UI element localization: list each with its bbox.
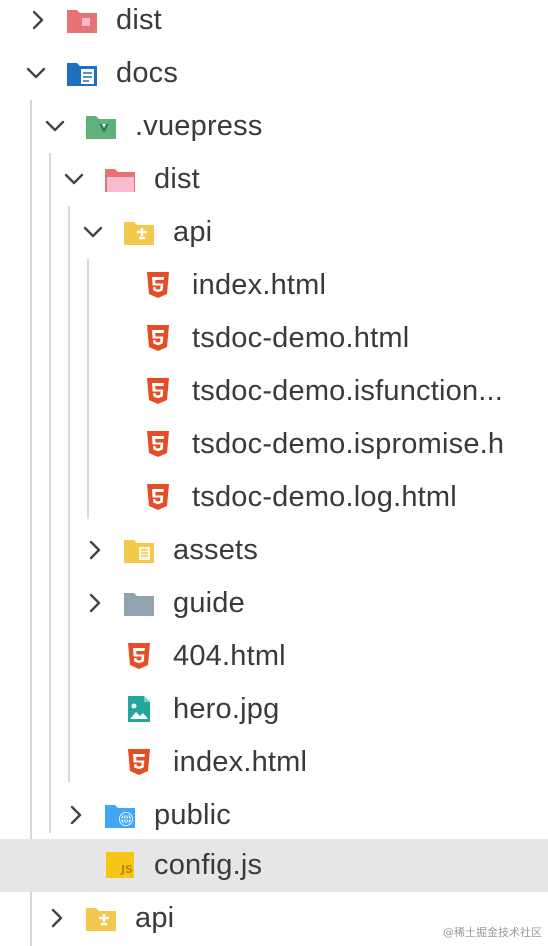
tree-item-label: docs — [116, 57, 179, 89]
tree-item-label: api — [135, 902, 175, 934]
tree-item-label: public — [154, 799, 231, 831]
tree-item-label: tsdoc-demo.isfunction... — [192, 375, 504, 407]
tree-item-label: guide — [173, 587, 245, 619]
chevron-right-icon[interactable] — [45, 906, 69, 930]
html5-icon — [142, 377, 174, 405]
tree-item-label: dist — [154, 163, 200, 195]
chevron-down-icon[interactable] — [24, 61, 48, 85]
tree-item-vuepress[interactable]: .vuepress — [0, 100, 548, 153]
tree-item-label: api — [173, 216, 213, 248]
tree-item-label: tsdoc-demo.log.html — [192, 481, 457, 513]
html5-icon — [142, 324, 174, 352]
tree-item-label: assets — [173, 534, 259, 566]
svg-text:JS: JS — [120, 863, 133, 876]
tree-item-label: index.html — [192, 269, 327, 301]
html5-icon — [123, 748, 155, 776]
tree-item-label: 404.html — [173, 640, 286, 672]
tree-item-docs[interactable]: docs — [0, 47, 548, 100]
tree-item-label: tsdoc-demo.ispromise.h — [192, 428, 505, 460]
tree-item-assets[interactable]: assets — [0, 524, 548, 577]
html5-icon — [142, 483, 174, 511]
chevron-down-icon[interactable] — [81, 220, 105, 244]
image-icon — [123, 695, 155, 723]
html5-icon — [123, 642, 155, 670]
assets-folder-icon — [123, 536, 155, 564]
tree-item-label: tsdoc-demo.html — [192, 322, 410, 354]
chevron-down-icon[interactable] — [43, 114, 67, 138]
tree-item-file[interactable]: tsdoc-demo.log.html — [0, 471, 548, 524]
tree-item-file[interactable]: tsdoc-demo.ispromise.h — [0, 418, 548, 471]
tree-item-file[interactable]: tsdoc-demo.isfunction... — [0, 365, 548, 418]
tree-item-guide[interactable]: guide — [0, 577, 548, 630]
docs-folder-icon — [66, 59, 98, 87]
tree-item-file[interactable]: index.html — [0, 736, 548, 789]
chevron-right-icon[interactable] — [26, 8, 50, 32]
chevron-right-icon[interactable] — [83, 591, 107, 615]
api-folder-icon — [85, 904, 117, 932]
tree-item-public[interactable]: public — [0, 789, 548, 842]
chevron-down-icon[interactable] — [62, 167, 86, 191]
tree-item-file-selected[interactable]: JS config.js — [0, 839, 548, 892]
tree-item-label: dist — [116, 4, 162, 36]
chevron-right-icon[interactable] — [64, 803, 88, 827]
tree-item-label: index.html — [173, 746, 308, 778]
tree-item-dist-nested[interactable]: dist — [0, 153, 548, 206]
watermark: @稀土掘金技术社区 — [443, 926, 542, 939]
api-folder-icon — [123, 218, 155, 246]
tree-item-file[interactable]: tsdoc-demo.html — [0, 312, 548, 365]
tree-item-file[interactable]: index.html — [0, 259, 548, 312]
tree-item-label: hero.jpg — [173, 693, 280, 725]
dist-folder-icon — [66, 6, 98, 34]
vuepress-folder-icon — [85, 112, 117, 140]
folder-icon — [123, 589, 155, 617]
tree-item-label: .vuepress — [135, 110, 263, 142]
javascript-icon: JS — [104, 851, 136, 879]
tree-item-dist[interactable]: dist — [0, 0, 548, 47]
public-folder-icon — [104, 801, 136, 829]
tree-item-label: config.js — [154, 849, 263, 881]
html5-icon — [142, 271, 174, 299]
file-explorer-tree: dist docs .vuepress dist api index.html … — [0, 0, 548, 946]
chevron-right-icon[interactable] — [83, 538, 107, 562]
dist-folder-icon — [104, 165, 136, 193]
tree-item-api[interactable]: api — [0, 206, 548, 259]
html5-icon — [142, 430, 174, 458]
tree-item-file[interactable]: 404.html — [0, 630, 548, 683]
tree-item-file[interactable]: hero.jpg — [0, 683, 548, 736]
